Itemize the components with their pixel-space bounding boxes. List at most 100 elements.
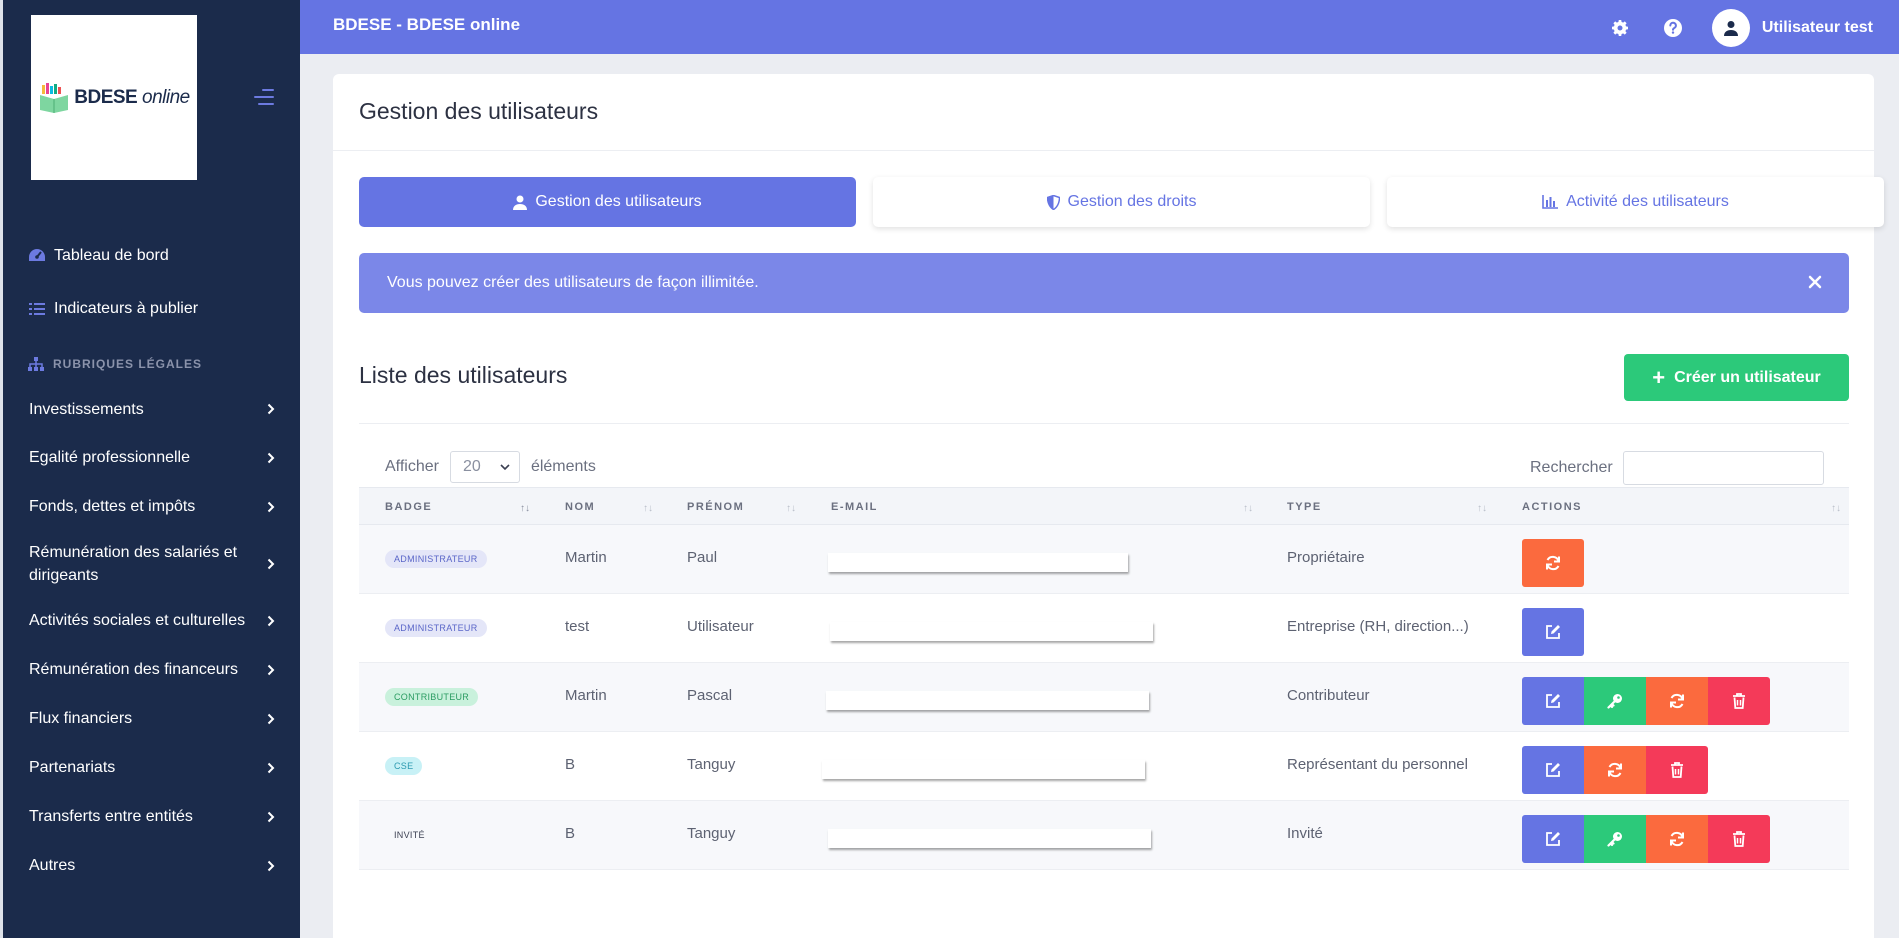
shield-icon <box>1046 194 1060 210</box>
table-row: CSE B Tanguy Représentant du personnel <box>359 732 1849 801</box>
page-size-select[interactable]: 20 <box>449 451 520 483</box>
cell-type: Propriétaire <box>1287 549 1365 566</box>
table-row: CONTRIBUTEUR Martin Pascal Contributeur <box>359 663 1849 732</box>
menu-toggle-icon[interactable] <box>252 88 274 106</box>
column-header-badge[interactable]: BADGE <box>385 501 432 513</box>
chevron-right-icon <box>267 452 275 463</box>
logo[interactable]: BDESE online <box>31 15 197 180</box>
close-icon[interactable] <box>1806 273 1824 291</box>
cell-nom: B <box>565 825 576 842</box>
tab-user-management[interactable]: Gestion des utilisateurs <box>359 177 856 227</box>
trash-icon <box>1733 693 1745 709</box>
email-redacted <box>830 622 1153 641</box>
sync-icon <box>1670 693 1684 709</box>
column-header-type[interactable]: TYPE <box>1287 501 1322 513</box>
sidebar-item-transferts[interactable]: Transferts entre entités <box>29 792 275 841</box>
cell-prenom: Tanguy <box>687 825 736 842</box>
dashboard-icon <box>29 248 45 261</box>
sidebar-item-activites-sociales[interactable]: Activités sociales et culturelles <box>29 596 275 645</box>
nav-item-label: Indicateurs à publier <box>54 299 199 317</box>
role-badge: ADMINISTRATEUR <box>385 550 487 568</box>
table-row: ADMINISTRATEUR test Utilisateur Entrepri… <box>359 594 1849 663</box>
nav-item-indicators[interactable]: Indicateurs à publier <box>28 282 198 335</box>
email-redacted <box>828 829 1151 848</box>
cell-nom: Martin <box>565 549 607 566</box>
topbar: BDESE - BDESE online Utilisateur test <box>300 0 1899 54</box>
edit-button[interactable] <box>1522 815 1584 863</box>
reset-button[interactable] <box>1522 539 1584 587</box>
edit-button[interactable] <box>1522 608 1584 656</box>
sidebar-item-investissements[interactable]: Investissements <box>29 385 275 433</box>
cell-type: Représentant du personnel <box>1287 756 1468 773</box>
sidebar-item-remuneration-salaries[interactable]: Rémunération des salariés et dirigeants <box>29 531 275 596</box>
tab-rights-management[interactable]: Gestion des droits <box>873 177 1370 227</box>
sidebar-item-autres[interactable]: Autres <box>29 841 275 890</box>
edit-button[interactable] <box>1522 746 1584 794</box>
row-actions <box>1522 815 1770 863</box>
edit-icon <box>1546 832 1560 846</box>
key-button[interactable] <box>1584 677 1646 725</box>
sidebar-item-fonds[interactable]: Fonds, dettes et impôts <box>29 482 275 531</box>
row-actions <box>1522 608 1584 656</box>
sidebar-item-flux-financiers[interactable]: Flux financiers <box>29 694 275 743</box>
role-badge: CONTRIBUTEUR <box>385 688 479 706</box>
chevron-right-icon <box>267 811 275 822</box>
main-card: Gestion des utilisateurs Gestion des uti… <box>333 74 1884 938</box>
help-button[interactable] <box>1659 14 1687 42</box>
tabs: Gestion des utilisateurs Gestion des dro… <box>359 177 1884 227</box>
cell-nom: test <box>565 618 590 635</box>
sort-icon: ↑↓ <box>1477 503 1487 514</box>
sort-icon: ↑↓ <box>786 503 796 514</box>
users-table: BADGE ↑↓ NOM ↑↓ PRÉNOM ↑↓ E-MAIL ↑↓ TYPE… <box>359 487 1849 870</box>
cell-prenom: Utilisateur <box>687 618 754 635</box>
page-title: Gestion des utilisateurs <box>359 98 599 124</box>
email-redacted <box>826 691 1149 710</box>
edit-icon <box>1546 763 1560 777</box>
cell-nom: Martin <box>565 687 607 704</box>
cell-prenom: Paul <box>687 549 718 566</box>
list-title: Liste des utilisateurs <box>359 362 568 388</box>
reset-button[interactable] <box>1584 746 1646 794</box>
chevron-right-icon <box>267 713 275 724</box>
table-row: INVITÉ B Tanguy Invité <box>359 801 1849 870</box>
row-actions <box>1522 539 1584 587</box>
chevron-right-icon <box>267 403 275 415</box>
divider <box>333 150 1874 151</box>
username[interactable]: Utilisateur test <box>1762 19 1873 37</box>
settings-button[interactable] <box>1606 14 1634 42</box>
edit-icon <box>1546 625 1560 639</box>
plus-icon: + <box>1652 364 1666 390</box>
gear-icon <box>1611 20 1628 36</box>
logo-book-icon <box>40 82 69 113</box>
avatar[interactable] <box>1711 9 1750 47</box>
chevron-right-icon <box>267 664 275 675</box>
chevron-right-icon <box>267 501 275 512</box>
role-badge: ADMINISTRATEUR <box>385 619 487 637</box>
reset-button[interactable] <box>1646 677 1708 725</box>
sidebar-item-partenariats[interactable]: Partenariats <box>29 743 275 792</box>
sync-icon <box>1546 555 1560 571</box>
edit-button[interactable] <box>1522 677 1584 725</box>
create-user-button[interactable]: + Créer un utilisateur <box>1624 354 1849 401</box>
sidebar-item-egalite[interactable]: Egalité professionnelle <box>29 433 275 482</box>
question-circle-icon <box>1663 19 1682 37</box>
column-header-actions[interactable]: ACTIONS <box>1522 501 1582 513</box>
search-input[interactable] <box>1622 451 1824 485</box>
tab-user-activity[interactable]: Activité des utilisateurs <box>1387 177 1884 227</box>
reset-button[interactable] <box>1646 815 1708 863</box>
nav-item-dashboard[interactable]: Tableau de bord <box>28 229 198 282</box>
table-header: BADGE ↑↓ NOM ↑↓ PRÉNOM ↑↓ E-MAIL ↑↓ TYPE… <box>359 487 1849 525</box>
key-button[interactable] <box>1584 815 1646 863</box>
cell-type: Entreprise (RH, direction...) <box>1287 618 1469 635</box>
sidebar-item-remuneration-financeurs[interactable]: Rémunération des financeurs <box>29 645 275 694</box>
column-header-nom[interactable]: NOM <box>565 501 595 513</box>
edit-icon <box>1546 694 1560 708</box>
sort-icon: ↑↓ <box>520 503 530 514</box>
column-header-email[interactable]: E-MAIL <box>831 501 878 513</box>
delete-button[interactable] <box>1708 815 1770 863</box>
column-header-prenom[interactable]: PRÉNOM <box>687 501 744 513</box>
role-badge: CSE <box>385 757 423 775</box>
delete-button[interactable] <box>1708 677 1770 725</box>
key-icon <box>1607 694 1622 709</box>
delete-button[interactable] <box>1646 746 1708 794</box>
